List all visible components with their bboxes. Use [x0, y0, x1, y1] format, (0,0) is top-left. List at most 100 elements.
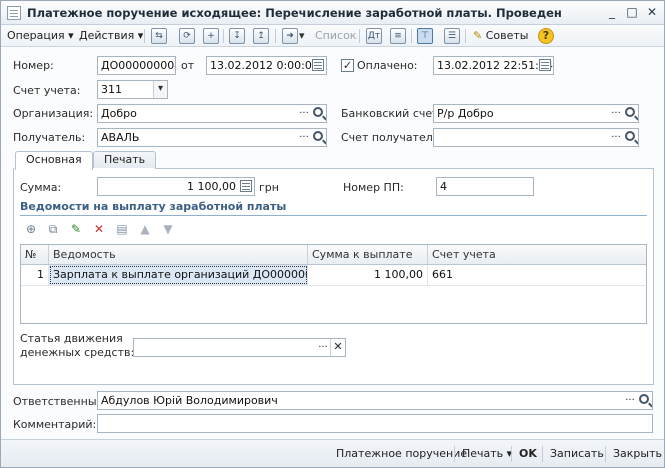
- payment-order-button[interactable]: Платежное поручение: [336, 447, 467, 460]
- print-menu-button[interactable]: Печать ▾: [462, 447, 512, 460]
- enter-based-on-dropdown[interactable]: ▾: [299, 28, 305, 44]
- paid-date-value: 13.02.2012 22:51:54: [437, 59, 553, 72]
- tab-divider: [155, 168, 654, 169]
- toolbar-separator: [144, 29, 145, 43]
- organization-field[interactable]: Добро ...: [97, 104, 327, 123]
- choose-button[interactable]: ...: [296, 105, 312, 122]
- list-view-icon[interactable]: ☰: [444, 28, 460, 44]
- toolbar: Операция ▾ Действия ▾ ⇆ ⟳ + ↧ ↥ ➜ ▾ Спис…: [1, 25, 664, 47]
- save-button[interactable]: Записать: [550, 447, 604, 460]
- choose-button[interactable]: ...: [315, 339, 331, 356]
- clear-icon[interactable]: ✕: [330, 339, 345, 356]
- search-icon[interactable]: [625, 107, 635, 117]
- refresh-icon[interactable]: ⟳: [179, 28, 195, 44]
- copy-row-icon[interactable]: ⧉: [46, 222, 60, 236]
- sum-label: Сумма:: [20, 181, 62, 194]
- tab-main[interactable]: Основная: [15, 151, 93, 170]
- row-account[interactable]: 661: [428, 265, 646, 285]
- sum-value: 1 100,00: [187, 180, 236, 193]
- comment-field[interactable]: [97, 414, 653, 433]
- paid-checkbox[interactable]: ✓: [341, 59, 354, 72]
- account-value: 311: [101, 83, 122, 96]
- choose-button[interactable]: ...: [296, 129, 312, 146]
- close-window-button[interactable]: ✕: [644, 5, 660, 21]
- close-button[interactable]: Закрыть: [613, 447, 662, 460]
- unpost-document-icon[interactable]: ↥: [253, 28, 269, 44]
- calculator-icon[interactable]: [240, 180, 252, 192]
- post-document-icon[interactable]: ↧: [229, 28, 245, 44]
- structure-icon[interactable]: ⊤: [417, 28, 433, 44]
- account-label: Счет учета:: [13, 84, 81, 97]
- column-header-number[interactable]: №: [21, 245, 49, 264]
- pp-number-field[interactable]: 4: [436, 177, 534, 196]
- ok-button[interactable]: OK: [519, 447, 537, 460]
- chevron-down-icon[interactable]: ▾: [153, 81, 167, 98]
- edit-row-icon[interactable]: ✎: [69, 222, 83, 236]
- fill-icon[interactable]: ▤: [115, 222, 129, 236]
- delete-row-icon[interactable]: ✕: [92, 222, 106, 236]
- organization-label: Организация:: [13, 107, 94, 120]
- maximize-button[interactable]: □: [624, 5, 640, 21]
- sum-field[interactable]: 1 100,00: [97, 177, 255, 196]
- dt-kt-icon[interactable]: Дт: [366, 28, 382, 44]
- recipient-account-field[interactable]: ...: [433, 128, 639, 147]
- bottom-separator: [542, 446, 543, 462]
- recipient-value: АВАЛЬ: [101, 131, 140, 144]
- actions-menu[interactable]: Действия ▾: [79, 28, 143, 44]
- table-row[interactable]: 1 Зарплата к выплате организаций ДО00000…: [21, 265, 646, 286]
- row-number: 1: [21, 265, 49, 285]
- cashflow-field[interactable]: ... ✕: [133, 338, 346, 357]
- column-header-statement[interactable]: Ведомость: [49, 245, 308, 264]
- title-bar: Платежное поручение исходящее: Перечисле…: [1, 1, 664, 25]
- row-amount[interactable]: 1 100,00: [308, 265, 428, 285]
- choose-button[interactable]: ...: [622, 392, 638, 409]
- bottom-separator: [605, 446, 606, 462]
- tips-button[interactable]: ✎ Советы: [473, 28, 528, 44]
- number-label: Номер:: [13, 59, 54, 72]
- responsible-field[interactable]: Абдулов Юрій Володимирович ...: [97, 391, 653, 410]
- add-row-icon[interactable]: ⊕: [24, 222, 38, 236]
- paid-date-field[interactable]: 13.02.2012 22:51:54: [433, 56, 554, 75]
- move-up-icon[interactable]: ▲: [138, 222, 152, 236]
- search-icon[interactable]: [313, 107, 323, 117]
- pp-number-label: Номер ПП:: [343, 181, 404, 194]
- enter-based-on-icon[interactable]: ➜: [282, 28, 298, 44]
- bank-account-label: Банковский счет:: [341, 107, 443, 120]
- responsible-label: Ответственный:: [13, 395, 108, 408]
- help-icon[interactable]: ?: [538, 28, 554, 44]
- add-document-icon[interactable]: +: [203, 28, 219, 44]
- number-field[interactable]: ДО000000004: [97, 56, 176, 75]
- recipient-field[interactable]: АВАЛЬ ...: [97, 128, 327, 147]
- column-header-amount[interactable]: Сумма к выплате: [308, 245, 428, 264]
- search-icon[interactable]: [625, 131, 635, 141]
- bank-account-field[interactable]: Р/р Добро ...: [433, 104, 639, 123]
- move-down-icon[interactable]: ▼: [161, 222, 175, 236]
- minimize-button[interactable]: _: [604, 5, 620, 21]
- tab-print[interactable]: Печать: [93, 151, 157, 169]
- column-header-account[interactable]: Счет учета: [428, 245, 646, 264]
- toolbar-separator: [465, 29, 466, 43]
- calendar-icon[interactable]: [539, 59, 551, 71]
- account-select[interactable]: 311 ▾: [97, 80, 168, 99]
- bank-account-value: Р/р Добро: [437, 107, 494, 120]
- copy-icon[interactable]: ⇆: [151, 28, 167, 44]
- row-statement[interactable]: Зарплата к выплате организаций ДО0000000…: [49, 265, 308, 285]
- choose-button[interactable]: ...: [608, 129, 624, 146]
- choose-button[interactable]: ...: [608, 105, 624, 122]
- report-icon[interactable]: ≡: [390, 28, 406, 44]
- chevron-down-icon: ▾: [137, 29, 144, 42]
- calendar-icon[interactable]: [312, 59, 324, 71]
- date-field[interactable]: 13.02.2012 0:00:00: [206, 56, 327, 75]
- bottom-separator: [454, 446, 455, 462]
- recipient-label: Получатель:: [13, 131, 86, 144]
- search-icon[interactable]: [639, 394, 649, 404]
- list-button[interactable]: Список: [315, 28, 356, 44]
- cashflow-label-line2: денежных средств:: [20, 346, 135, 359]
- toolbar-separator: [223, 29, 224, 43]
- search-icon[interactable]: [313, 131, 323, 141]
- comment-label: Комментарий:: [13, 418, 97, 431]
- operation-menu[interactable]: Операция ▾: [7, 28, 74, 44]
- recipient-account-label: Счет получателя:: [341, 131, 444, 144]
- cashflow-label-line1: Статья движения: [20, 332, 123, 345]
- window-title: Платежное поручение исходящее: Перечисле…: [27, 6, 562, 20]
